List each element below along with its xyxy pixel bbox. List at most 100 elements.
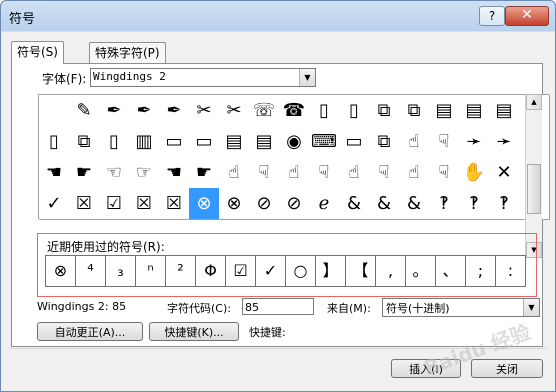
symbol-cell[interactable]: ⊘ [249, 188, 280, 220]
from-select-value: 符号(十进制) [386, 302, 450, 315]
symbol-cell[interactable]: ☛ [69, 157, 100, 189]
recent-symbol-cell[interactable]: ✓ [256, 256, 286, 287]
symbol-cell[interactable]: ▭ [189, 126, 220, 158]
symbol-cell[interactable]: ✕ [489, 157, 520, 189]
symbol-cell[interactable]: & [399, 188, 430, 220]
symbol-cell[interactable]: ◉ [279, 126, 310, 158]
symbol-cell[interactable]: ▤ [249, 126, 280, 158]
recent-symbol-cell[interactable]: ₃ [106, 256, 136, 287]
symbol-cell[interactable]: & [339, 188, 370, 220]
symbol-cell[interactable]: ⊗ [219, 188, 250, 220]
recent-symbol-cell[interactable]: ☑ [226, 256, 256, 287]
symbol-cell[interactable]: ☞ [129, 157, 160, 189]
chevron-down-icon[interactable]: ▼ [299, 69, 315, 86]
font-select[interactable]: Wingdings 2 ▼ [90, 68, 316, 87]
shortcut-label: 快捷键: [249, 326, 286, 339]
symbol-cell[interactable]: ➛ [489, 126, 520, 158]
symbol-cell[interactable]: ▯ [339, 95, 370, 127]
recent-symbol-cell[interactable]: Φ [196, 256, 226, 287]
recent-symbol-cell[interactable]: , [376, 256, 406, 287]
symbol-cell[interactable]: ☒ [129, 188, 160, 220]
recent-symbol-cell[interactable]: : [496, 256, 526, 287]
from-select[interactable]: 符号(十进制) ▼ [382, 298, 540, 317]
symbol-cell[interactable]: ⧉ [369, 126, 400, 158]
symbol-cell[interactable]: ▤ [489, 95, 520, 127]
symbol-cell[interactable]: ▭ [159, 126, 190, 158]
symbol-cell[interactable]: ✎ [69, 95, 100, 127]
autocorrect-button[interactable]: 自动更正(A)... [37, 322, 143, 341]
symbol-cell[interactable]: ☝ [399, 157, 430, 189]
tab-symbols[interactable]: 符号(S) [11, 41, 64, 64]
symbol-cell[interactable]: ✒ [159, 95, 190, 127]
symbol-cell[interactable]: ➛ [459, 126, 490, 158]
symbol-cell[interactable]: ℯ [309, 188, 340, 220]
symbol-cell[interactable]: ✂ [189, 95, 220, 127]
font-label: 字体(F): [42, 72, 87, 86]
scroll-up-icon[interactable]: ▲ [526, 94, 542, 110]
symbol-cell[interactable]: ‽ [459, 188, 490, 220]
symbol-cell[interactable]: ⧉ [399, 95, 430, 127]
symbol-grid: ✎✒✒✒✂✂☏☎▯▯⧉⧉▤▤▤▯▯⧉▯▥▭▭▤▤◉⌨▭⧉☝☟➛➛☚☛☜☞☚☛☝☟… [38, 94, 550, 220]
tab-special-characters[interactable]: 特殊字符(P) [89, 42, 166, 63]
symbol-cell[interactable]: ☝ [339, 157, 370, 189]
symbol-cell[interactable]: ☟ [369, 157, 400, 189]
symbol-cell[interactable]: ☜ [99, 157, 130, 189]
from-label: 来自(M): [327, 302, 371, 315]
recent-symbol-cell[interactable]: ⁴ [76, 256, 106, 287]
symbol-cell[interactable]: ⊗ [189, 188, 220, 220]
symbol-cell[interactable]: ☏ [249, 95, 280, 127]
recent-symbol-cell[interactable]: 【 [346, 256, 376, 287]
symbol-cell[interactable]: ☒ [69, 188, 100, 220]
symbol-cell[interactable]: ☝ [399, 126, 430, 158]
symbol-cell[interactable]: ✒ [129, 95, 160, 127]
symbol-cell[interactable]: ☟ [429, 126, 460, 158]
symbol-cell[interactable]: ☝ [279, 157, 310, 189]
recent-symbol-cell[interactable]: ⁿ [136, 256, 166, 287]
symbol-cell[interactable]: ▭ [339, 126, 370, 158]
symbol-cell[interactable]: ☎ [279, 95, 310, 127]
symbol-cell[interactable]: ✓ [39, 188, 70, 220]
recent-symbol-cell[interactable]: 、 [436, 256, 466, 287]
symbol-cell[interactable]: ☚ [159, 157, 190, 189]
symbol-cell[interactable]: ‽ [429, 188, 460, 220]
symbol-cell[interactable]: ✂ [219, 95, 250, 127]
dialog-title: 符号 [9, 12, 36, 27]
char-code-input[interactable]: 85 [242, 298, 314, 315]
symbol-cell[interactable]: ☚ [39, 157, 70, 189]
window-close-button[interactable]: ✕ [505, 6, 549, 26]
symbol-cell[interactable]: ▤ [459, 95, 490, 127]
symbol-cell[interactable]: ☒ [159, 188, 190, 220]
symbol-cell[interactable]: ☑ [99, 188, 130, 220]
scroll-thumb[interactable] [527, 164, 541, 214]
symbol-cell[interactable]: ☟ [429, 157, 460, 189]
symbol-cell[interactable]: ⌨ [309, 126, 340, 158]
symbol-cell[interactable]: ▯ [39, 126, 70, 158]
symbol-cell[interactable]: ▯ [99, 126, 130, 158]
help-button[interactable]: ? [479, 6, 505, 26]
symbol-cell[interactable]: ✒ [99, 95, 130, 127]
recent-symbol-cell[interactable]: 】 [316, 256, 346, 287]
symbol-cell[interactable]: & [369, 188, 400, 220]
symbol-cell[interactable] [39, 95, 70, 127]
symbol-cell[interactable]: ☟ [309, 157, 340, 189]
symbol-cell[interactable]: ⧉ [69, 126, 100, 158]
symbol-cell[interactable]: ⊘ [279, 188, 310, 220]
symbol-cell[interactable]: ▯ [309, 95, 340, 127]
symbol-cell[interactable]: ☟ [249, 157, 280, 189]
recent-symbol-cell[interactable]: ○ [286, 256, 316, 287]
symbol-cell[interactable]: ⧉ [369, 95, 400, 127]
recent-symbol-cell[interactable]: ⊗ [46, 256, 76, 287]
symbol-cell[interactable]: ☝ [219, 157, 250, 189]
recent-symbol-cell[interactable]: 。 [406, 256, 436, 287]
symbol-cell[interactable]: ▥ [129, 126, 160, 158]
symbol-cell[interactable]: ✋ [459, 157, 490, 189]
symbol-cell[interactable]: ▤ [429, 95, 460, 127]
symbol-cell[interactable]: ‽ [489, 188, 520, 220]
symbol-dialog: 符号 ? ✕ 符号(S) 特殊字符(P) 字体(F): Wingdings 2 … [0, 0, 556, 392]
recent-symbol-cell[interactable]: ² [166, 256, 196, 287]
shortcut-key-button[interactable]: 快捷键(K)... [149, 322, 239, 341]
recent-symbol-cell[interactable]: ; [466, 256, 496, 287]
symbol-cell[interactable]: ▤ [219, 126, 250, 158]
symbol-cell[interactable]: ☛ [189, 157, 220, 189]
chevron-down-icon[interactable]: ▼ [523, 299, 539, 316]
